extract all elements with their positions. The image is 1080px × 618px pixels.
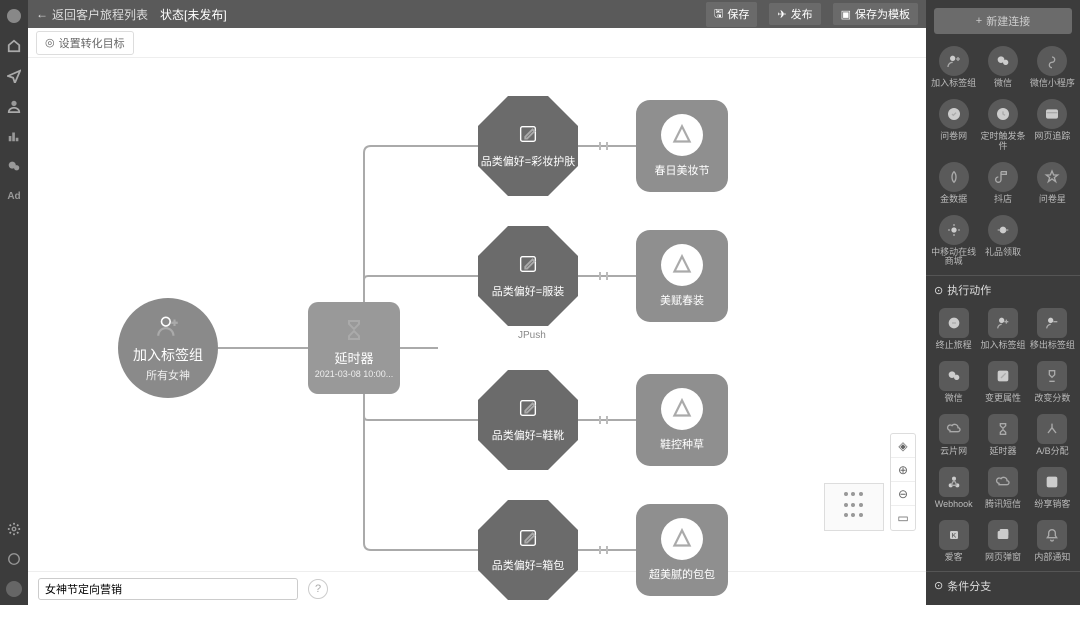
delay-node[interactable]: 延时器 2021-03-08 10:00... [308, 302, 400, 394]
palette-wechat[interactable]: 微信 [979, 42, 1026, 93]
avatar-icon[interactable] [6, 581, 22, 597]
palette-webhook[interactable]: Webhook [930, 463, 977, 514]
output-node-1[interactable]: 美赋春装 [636, 230, 728, 322]
edit-icon [517, 527, 539, 549]
chevron-down-icon: ⊙ [934, 579, 943, 592]
canvas[interactable]: 加入标签组 所有女神 延时器 2021-03-08 10:00... 品类偏好=… [28, 58, 926, 571]
palette-yunpian[interactable]: 云片网 [930, 410, 977, 461]
edit-icon [517, 123, 539, 145]
hourglass-icon [342, 318, 366, 342]
branch-node-2[interactable]: 品类偏好=鞋靴 [478, 370, 578, 470]
aurora-icon [661, 114, 703, 156]
user-icon[interactable] [6, 98, 22, 114]
palette-delay[interactable]: 延时器 [979, 410, 1026, 461]
palette-web-popup[interactable]: 网页弹窗 [979, 516, 1026, 567]
palette-miniprogram[interactable]: 微信小程序 [1029, 42, 1076, 93]
zoom-out-button[interactable]: ⊖ [891, 482, 915, 506]
home-icon[interactable] [6, 38, 22, 54]
branch-node-0[interactable]: 品类偏好=彩妆护肤 [478, 96, 578, 196]
palette-internal-notify[interactable]: 内部通知 [1029, 516, 1076, 567]
palette-gift[interactable]: 礼品领取 [979, 211, 1026, 272]
palette-fxiaoke[interactable]: 纷享销客 [1029, 463, 1076, 514]
main: ← 返回客户旅程列表 状态[未发布] 🖫保存 ✈发布 ▣保存为模板 ◎ 设置转化… [28, 0, 926, 605]
new-connection-button[interactable]: +新建连接 [934, 8, 1072, 34]
back-label: 返回客户旅程列表 [52, 6, 148, 23]
palette-end-journey[interactable]: 终止旅程 [930, 304, 977, 355]
palette-cmcc-mall[interactable]: 中移动在线商城 [930, 211, 977, 272]
connector-handle[interactable] [596, 141, 610, 151]
conversion-goal-button[interactable]: ◎ 设置转化目标 [36, 31, 134, 55]
fit-button[interactable]: ▭ [891, 506, 915, 530]
branch-node-1[interactable]: 品类偏好=服装 [478, 226, 578, 326]
connector-handle[interactable] [596, 415, 610, 425]
palette-remove-tag[interactable]: 移出标签组 [1029, 304, 1076, 355]
logo-icon[interactable] [6, 8, 22, 24]
plus-icon: + [976, 15, 982, 27]
palette-ikcrm[interactable]: K爱客 [930, 516, 977, 567]
save-button[interactable]: 🖫保存 [706, 2, 757, 27]
wechat-icon[interactable] [6, 158, 22, 174]
connector-handle[interactable] [596, 271, 610, 281]
status-label: 状态[未发布] [160, 6, 227, 23]
send-icon[interactable] [6, 68, 22, 84]
chart-icon[interactable] [6, 128, 22, 144]
save-template-button[interactable]: ▣保存为模板 [833, 3, 918, 25]
edit-icon [517, 397, 539, 419]
palette-change-score[interactable]: 改变分数 [1029, 357, 1076, 408]
aurora-icon [661, 388, 703, 430]
zoom-in-button[interactable]: ⊕ [891, 458, 915, 482]
locate-button[interactable]: ◈ [891, 434, 915, 458]
ad-icon[interactable]: Ad [6, 188, 22, 204]
start-node[interactable]: 加入标签组 所有女神 [118, 298, 218, 398]
palette-doudian[interactable]: 抖店 [979, 158, 1026, 209]
save-icon: 🖫 [714, 5, 723, 24]
output-node-2[interactable]: 鞋控种草 [636, 374, 728, 466]
delay-sub: 2021-03-08 10:00... [315, 369, 394, 379]
palette-wenjuan[interactable]: 问卷网 [930, 95, 977, 156]
node-palette: +新建连接 加入标签组 微信 微信小程序 问卷网 定时触发条件 网页追踪 金数据… [926, 0, 1080, 605]
left-rail: Ad [0, 0, 28, 605]
target-icon: ◎ [45, 36, 55, 49]
output-node-3[interactable]: 超美腻的包包 [636, 504, 728, 596]
branch-caption: JPush [518, 330, 546, 341]
palette-tencent-sms[interactable]: 腾讯短信 [979, 463, 1026, 514]
palette-add-tag-action[interactable]: 加入标签组 [979, 304, 1026, 355]
chevron-down-icon: ⊙ [934, 284, 943, 297]
section-conditions[interactable]: ⊙条件分支 [926, 571, 1080, 600]
output-node-0[interactable]: 春日美妆节 [636, 100, 728, 192]
palette-wjx[interactable]: 问卷星 [1029, 158, 1076, 209]
minimap[interactable] [824, 483, 884, 531]
doc-icon[interactable] [6, 551, 22, 567]
palette-jinshuju[interactable]: 金数据 [930, 158, 977, 209]
settings-icon[interactable] [6, 521, 22, 537]
send-icon: ✈ [777, 8, 786, 21]
palette-add-tag[interactable]: 加入标签组 [930, 42, 977, 93]
palette-change-attr[interactable]: 变更属性 [979, 357, 1026, 408]
branch-node-3[interactable]: 品类偏好=箱包 [478, 500, 578, 600]
zoom-controls: ◈ ⊕ ⊖ ▭ [890, 433, 916, 531]
publish-button[interactable]: ✈发布 [769, 3, 820, 25]
palette-web-track[interactable]: 网页追踪 [1029, 95, 1076, 156]
palette-timer-trigger[interactable]: 定时触发条件 [979, 95, 1026, 156]
section-actions[interactable]: ⊙执行动作 [926, 275, 1080, 304]
back-button[interactable]: ← 返回客户旅程列表 [36, 6, 148, 23]
svg-text:K: K [951, 533, 956, 540]
arrow-left-icon: ← [36, 7, 48, 21]
delay-title: 延时器 [334, 348, 373, 367]
palette-ab-split[interactable]: A/B分配 [1029, 410, 1076, 461]
user-plus-icon [155, 313, 181, 339]
subbar: ◎ 设置转化目标 [28, 28, 926, 58]
start-sub: 所有女神 [146, 367, 190, 383]
palette-wechat-action[interactable]: 微信 [930, 357, 977, 408]
connector-handle[interactable] [596, 545, 610, 555]
edit-icon [517, 253, 539, 275]
aurora-icon [661, 518, 703, 560]
topbar: ← 返回客户旅程列表 状态[未发布] 🖫保存 ✈发布 ▣保存为模板 [28, 0, 926, 28]
start-title: 加入标签组 [133, 345, 203, 365]
aurora-icon [661, 244, 703, 286]
template-icon: ▣ [841, 8, 851, 21]
